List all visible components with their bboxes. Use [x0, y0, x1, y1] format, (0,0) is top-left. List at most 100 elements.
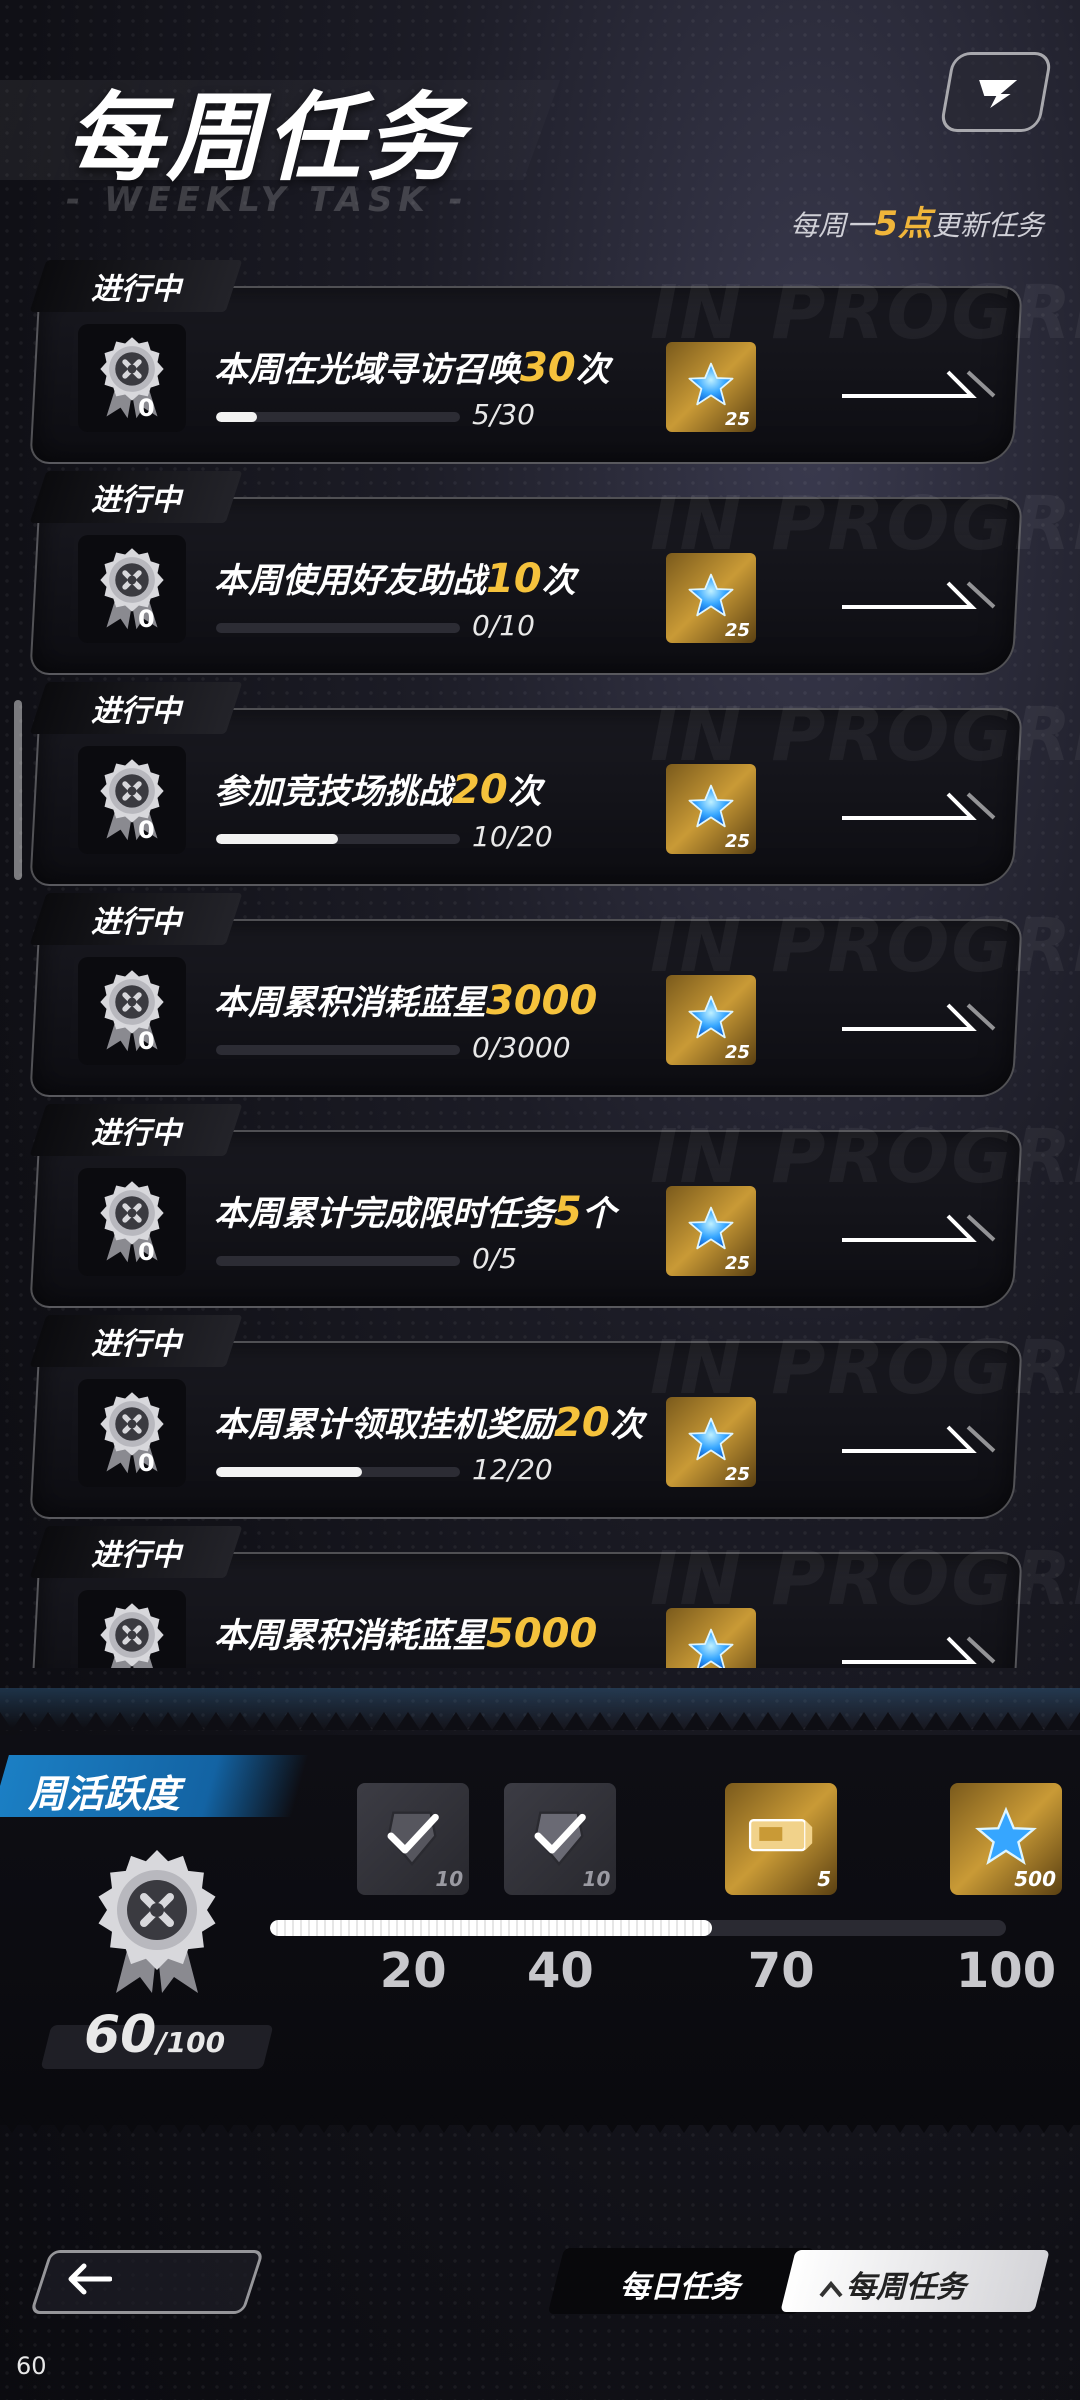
activity-title: 周活跃度	[28, 1772, 181, 1816]
status-badge: 进行中	[29, 471, 243, 523]
task-target: 20	[452, 767, 508, 813]
task-name-suffix: 次	[541, 561, 576, 601]
reward-item[interactable]: 25	[666, 1186, 756, 1276]
milestone-label: 100	[955, 1943, 1057, 1999]
go-arrow-icon[interactable]	[840, 1417, 1000, 1457]
task-card[interactable]: IN PROGRESS进行中0参加竞技场挑战20次10/2025	[29, 672, 1080, 886]
milestone-reward[interactable]: 10	[504, 1783, 617, 1895]
activity-bottom-edge	[0, 2115, 1080, 2133]
activity-progress-track	[270, 1920, 1006, 1936]
task-target: 10	[486, 556, 542, 602]
milestone-label: 40	[526, 1943, 594, 1999]
task-name: 本周累计领取挂机奖励20次	[214, 1397, 644, 1446]
blue-star-icon	[687, 1415, 735, 1467]
blue-star-icon	[687, 782, 735, 834]
task-name-prefix: 参加竞技场挑战	[214, 772, 452, 812]
milestone-reward[interactable]: 10	[357, 1783, 470, 1895]
tab-weekly-text: 每周任务	[846, 2270, 966, 2305]
back-arrow-icon	[68, 2263, 112, 2295]
activity-score: 60/100	[84, 2005, 225, 2065]
task-target: 5	[554, 1189, 582, 1235]
task-name-prefix: 本周累计领取挂机奖励	[214, 1405, 554, 1445]
status-label: 进行中	[91, 483, 181, 518]
medal-count: 0	[138, 816, 155, 844]
task-progress-fill	[216, 1467, 363, 1477]
milestone-quantity: 10	[582, 1867, 611, 1891]
page-subtitle-deco: - WEEKLY TASK -	[66, 180, 469, 220]
task-target: 20	[554, 1400, 610, 1446]
medal-icon	[78, 1379, 186, 1487]
task-name: 本周累计完成限时任务5个	[214, 1186, 616, 1235]
reward-item[interactable]	[666, 1608, 756, 1668]
task-list[interactable]: IN PROGRESS进行中0本周在光域寻访召唤30次5/3025IN PROG…	[0, 250, 1080, 1668]
go-arrow-icon[interactable]	[840, 784, 1000, 824]
share-button[interactable]	[938, 52, 1054, 132]
task-name-prefix: 本周在光域寻访召唤	[214, 350, 520, 390]
go-arrow-icon[interactable]	[840, 995, 1000, 1035]
status-badge: 进行中	[29, 1526, 243, 1578]
task-card[interactable]: IN PROGRESS进行中0本周累积消耗蓝星30000/300025	[29, 883, 1080, 1097]
task-list-scrollbar[interactable]	[14, 700, 22, 880]
medal-count: 0	[138, 605, 155, 633]
reward-quantity: 25	[724, 1464, 750, 1485]
reward-item[interactable]: 25	[666, 764, 756, 854]
medal-count: 0	[138, 394, 155, 422]
blue-star-icon	[687, 1204, 735, 1256]
page-title: 每周任务	[66, 82, 466, 194]
task-target: 30	[520, 345, 576, 391]
medal-icon	[78, 957, 186, 1065]
go-arrow-icon[interactable]	[840, 573, 1000, 613]
task-tab-group: 每日任务 每周任务	[547, 2248, 1050, 2314]
medal-icon	[78, 535, 186, 643]
tab-weekly-label: 每周任务	[818, 2262, 966, 2306]
activity-max: /100	[156, 2026, 226, 2059]
status-badge: 进行中	[29, 260, 243, 312]
blue-star-icon	[687, 360, 735, 412]
task-name: 参加竞技场挑战20次	[214, 764, 542, 813]
activity-progress-fill	[270, 1920, 712, 1936]
medal-icon	[78, 1590, 186, 1668]
go-arrow-icon[interactable]	[840, 362, 1000, 402]
milestone-label: 20	[379, 1943, 447, 1999]
task-card[interactable]: IN PROGRESS进行中0本周使用好友助战10次0/1025	[29, 461, 1080, 675]
task-target: 5000	[486, 1611, 598, 1657]
blue-star-icon	[687, 1626, 735, 1668]
tab-daily-label: 每日任务	[620, 2270, 740, 2305]
task-name: 本周累积消耗蓝星5000	[214, 1608, 597, 1657]
task-card[interactable]: IN PROGRESS进行中本周累积消耗蓝星5000	[29, 1516, 1080, 1668]
medal-icon	[78, 324, 186, 432]
status-label: 进行中	[91, 1538, 181, 1573]
milestone-reward[interactable]: 5	[725, 1783, 838, 1895]
task-card[interactable]: IN PROGRESS进行中0本周累计完成限时任务5个0/525	[29, 1094, 1080, 1308]
task-name-suffix: 次	[609, 1405, 644, 1445]
reward-item[interactable]: 25	[666, 342, 756, 432]
go-arrow-icon[interactable]	[840, 1206, 1000, 1246]
status-label: 进行中	[91, 1116, 181, 1151]
activity-current: 60	[84, 2005, 157, 2065]
fps-counter: 60	[16, 2352, 47, 2380]
milestone-quantity: 5	[817, 1867, 832, 1891]
reward-quantity: 25	[724, 831, 750, 852]
task-progress-text: 5/30	[472, 398, 535, 431]
task-card[interactable]: IN PROGRESS进行中0本周累计领取挂机奖励20次12/2025	[29, 1305, 1080, 1519]
reward-item[interactable]: 25	[666, 553, 756, 643]
task-progress-track	[216, 1045, 460, 1055]
blue-star-icon	[687, 571, 735, 623]
task-name-suffix: 个	[581, 1194, 616, 1234]
task-progress-text: 0/3000	[472, 1031, 571, 1064]
task-card[interactable]: IN PROGRESS进行中0本周在光域寻访召唤30次5/3025	[29, 250, 1080, 464]
refresh-note: 每周一5点更新任务	[790, 196, 1044, 245]
activity-medal-icon	[98, 1850, 216, 1993]
milestone-quantity: 500	[1014, 1867, 1056, 1891]
task-name: 本周使用好友助战10次	[214, 553, 576, 602]
status-label: 进行中	[91, 905, 181, 940]
reward-item[interactable]: 25	[666, 975, 756, 1065]
milestone-reward[interactable]: 500	[950, 1783, 1062, 1895]
refresh-time: 5点	[874, 204, 932, 244]
reward-item[interactable]: 25	[666, 1397, 756, 1487]
refresh-prefix: 每周一	[790, 209, 875, 242]
task-name-suffix: 次	[575, 350, 610, 390]
back-button[interactable]	[29, 2250, 265, 2314]
go-arrow-icon[interactable]	[840, 1628, 1000, 1668]
task-name-prefix: 本周累计完成限时任务	[214, 1194, 554, 1234]
